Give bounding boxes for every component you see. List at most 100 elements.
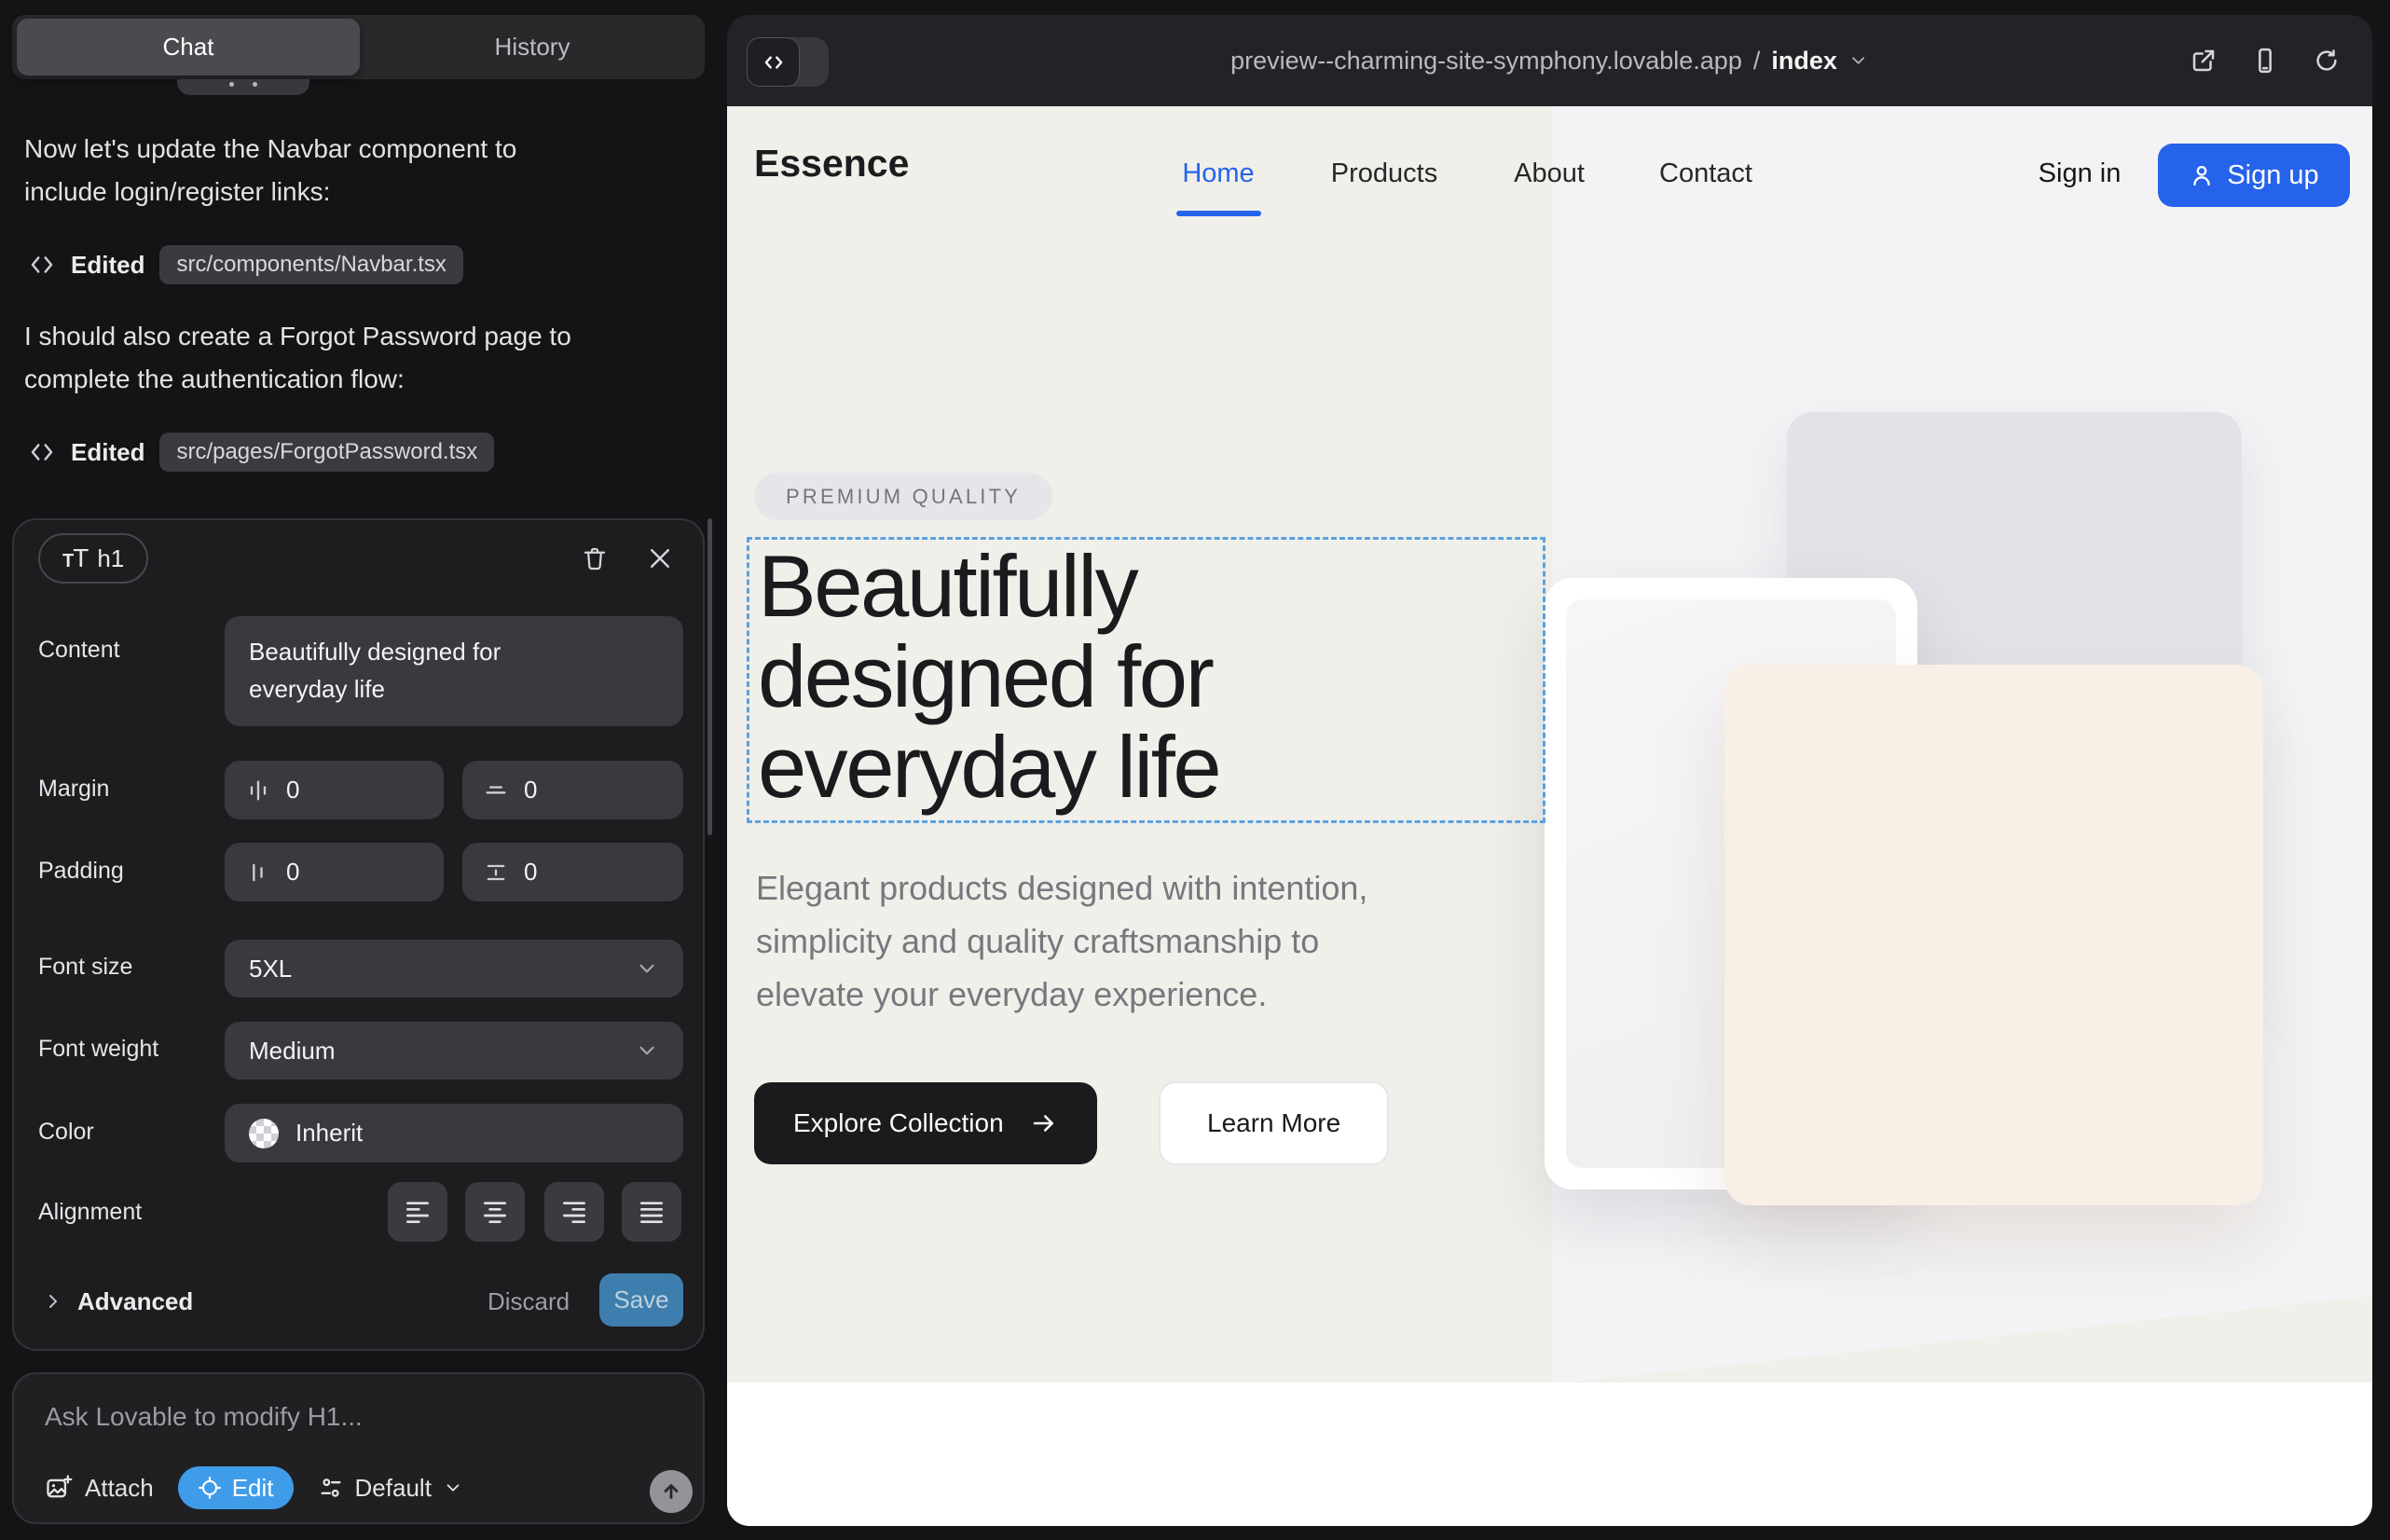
- chat-composer: Ask Lovable to modify H1... Attach Edit …: [12, 1372, 705, 1524]
- padding-horizontal-input[interactable]: 0: [225, 843, 444, 901]
- align-left-button[interactable]: [388, 1182, 447, 1242]
- site-brand[interactable]: Essence: [754, 142, 909, 186]
- edited-file-row: Edited src/components/Navbar.tsx: [28, 244, 463, 285]
- explore-collection-button[interactable]: Explore Collection: [754, 1082, 1097, 1164]
- margin-horizontal-input[interactable]: 0: [225, 761, 444, 819]
- diagonal-divider: [1569, 1296, 2372, 1382]
- close-editor-button[interactable]: [640, 539, 680, 578]
- external-link-icon: [2190, 47, 2218, 75]
- preview-url[interactable]: preview--charming-site-symphony.lovable.…: [1230, 15, 1869, 106]
- chevron-down-icon: [635, 1038, 659, 1063]
- tab-history[interactable]: History: [360, 15, 705, 79]
- sign-in-link[interactable]: Sign in: [2039, 158, 2122, 189]
- edit-mode-button[interactable]: Edit: [178, 1466, 294, 1509]
- element-tag-label: h1: [97, 544, 124, 573]
- margin-vertical-input[interactable]: 0: [462, 761, 683, 819]
- file-chip[interactable]: src/components/Navbar.tsx: [159, 245, 462, 284]
- assistant-message: Now let's update the Navbar component to…: [24, 128, 677, 213]
- content-textarea[interactable]: Beautifully designed for everyday life: [225, 616, 683, 726]
- hero-heading[interactable]: Beautifully designed for everyday life: [758, 541, 1219, 812]
- font-size-label: Font size: [38, 954, 132, 981]
- app-root: Chat History Now let's update the Navbar…: [0, 0, 2390, 1540]
- arrow-right-icon: [1030, 1109, 1058, 1137]
- open-external-button[interactable]: [2190, 47, 2218, 75]
- edited-file-row: Edited src/pages/ForgotPassword.tsx: [28, 432, 494, 473]
- trash-icon: [581, 544, 609, 572]
- topbar-actions: [2190, 15, 2341, 106]
- advanced-label: Advanced: [77, 1287, 193, 1316]
- color-select[interactable]: Inherit: [225, 1104, 683, 1162]
- nav-link-about[interactable]: About: [1514, 158, 1585, 189]
- color-label: Color: [38, 1119, 94, 1146]
- chevron-right-icon: [42, 1290, 64, 1313]
- file-chip[interactable]: src/pages/ForgotPassword.tsx: [159, 433, 494, 472]
- font-size-value: 5XL: [249, 955, 292, 983]
- chevron-down-icon: [443, 1478, 463, 1498]
- align-justify-icon: [637, 1197, 666, 1227]
- save-label: Save: [613, 1286, 668, 1314]
- mobile-view-button[interactable]: [2251, 47, 2279, 75]
- truncated-chip: [177, 79, 309, 95]
- nav-link-home[interactable]: Home: [1182, 158, 1254, 189]
- nav-link-products[interactable]: Products: [1331, 158, 1437, 189]
- save-button[interactable]: Save: [599, 1273, 683, 1327]
- attach-label: Attach: [85, 1474, 154, 1503]
- margin-label: Margin: [38, 776, 109, 803]
- padding-vertical-input[interactable]: 0: [462, 843, 683, 901]
- edited-label: Edited: [71, 251, 144, 280]
- user-icon: [2189, 162, 2215, 188]
- selected-element-tag: TT h1: [38, 533, 148, 584]
- chevron-down-icon: [635, 956, 659, 981]
- padding-vertical-value: 0: [524, 858, 537, 887]
- chat-sidebar: Chat History Now let's update the Navbar…: [0, 0, 727, 1540]
- text-style-icon: TT: [62, 543, 88, 573]
- delete-element-button[interactable]: [575, 539, 614, 578]
- align-center-button[interactable]: [465, 1182, 525, 1242]
- site-viewport: Essence Home Products About Contact Sign…: [727, 106, 2372, 1382]
- padding-horizontal-icon: [245, 859, 271, 886]
- tab-chat[interactable]: Chat: [17, 19, 360, 76]
- chevron-down-icon: [1848, 50, 1869, 71]
- premium-quality-badge: PREMIUM QUALITY: [754, 473, 1052, 520]
- content-label: Content: [38, 637, 120, 664]
- font-weight-select[interactable]: Medium: [225, 1022, 683, 1079]
- font-weight-value: Medium: [249, 1037, 335, 1066]
- learn-more-button[interactable]: Learn More: [1159, 1081, 1389, 1165]
- next-section-background: [727, 1382, 2372, 1526]
- align-justify-button[interactable]: [622, 1182, 681, 1242]
- composer-toolbar: Attach Edit Default: [45, 1464, 463, 1512]
- discard-button[interactable]: Discard: [488, 1279, 570, 1324]
- align-right-button[interactable]: [544, 1182, 604, 1242]
- margin-vertical-icon: [483, 777, 509, 804]
- alignment-label: Alignment: [38, 1199, 142, 1226]
- margin-horizontal-icon: [245, 777, 271, 804]
- scrollbar-thumb[interactable]: [707, 518, 712, 835]
- nav-link-contact[interactable]: Contact: [1659, 158, 1752, 189]
- advanced-toggle[interactable]: Advanced: [42, 1279, 193, 1324]
- font-size-select[interactable]: 5XL: [225, 940, 683, 997]
- discard-label: Discard: [488, 1287, 570, 1316]
- chat-history-tabs: Chat History: [12, 15, 705, 79]
- sign-up-button[interactable]: Sign up: [2158, 144, 2350, 207]
- refresh-button[interactable]: [2313, 47, 2341, 75]
- mode-selector[interactable]: Default: [318, 1474, 463, 1503]
- learn-more-label: Learn More: [1207, 1108, 1340, 1138]
- margin-horizontal-value: 0: [286, 776, 299, 804]
- attach-button[interactable]: Attach: [45, 1474, 154, 1503]
- composer-input[interactable]: Ask Lovable to modify H1...: [45, 1402, 363, 1432]
- arrow-up-icon: [659, 1479, 683, 1504]
- code-icon: [762, 50, 786, 75]
- target-icon: [198, 1476, 222, 1500]
- code-toggle-segment[interactable]: [747, 37, 800, 87]
- sliders-icon: [318, 1475, 344, 1501]
- send-button[interactable]: [650, 1470, 693, 1513]
- tab-chat-label: Chat: [163, 33, 214, 62]
- code-preview-toggle[interactable]: [747, 37, 829, 87]
- preview-frame: preview--charming-site-symphony.lovable.…: [727, 15, 2372, 1526]
- mode-label: Default: [355, 1474, 432, 1503]
- url-domain: preview--charming-site-symphony.lovable.…: [1230, 47, 1742, 76]
- color-value: Inherit: [295, 1119, 363, 1148]
- align-right-icon: [559, 1197, 589, 1227]
- close-icon: [646, 544, 674, 572]
- url-page: index: [1771, 47, 1837, 76]
